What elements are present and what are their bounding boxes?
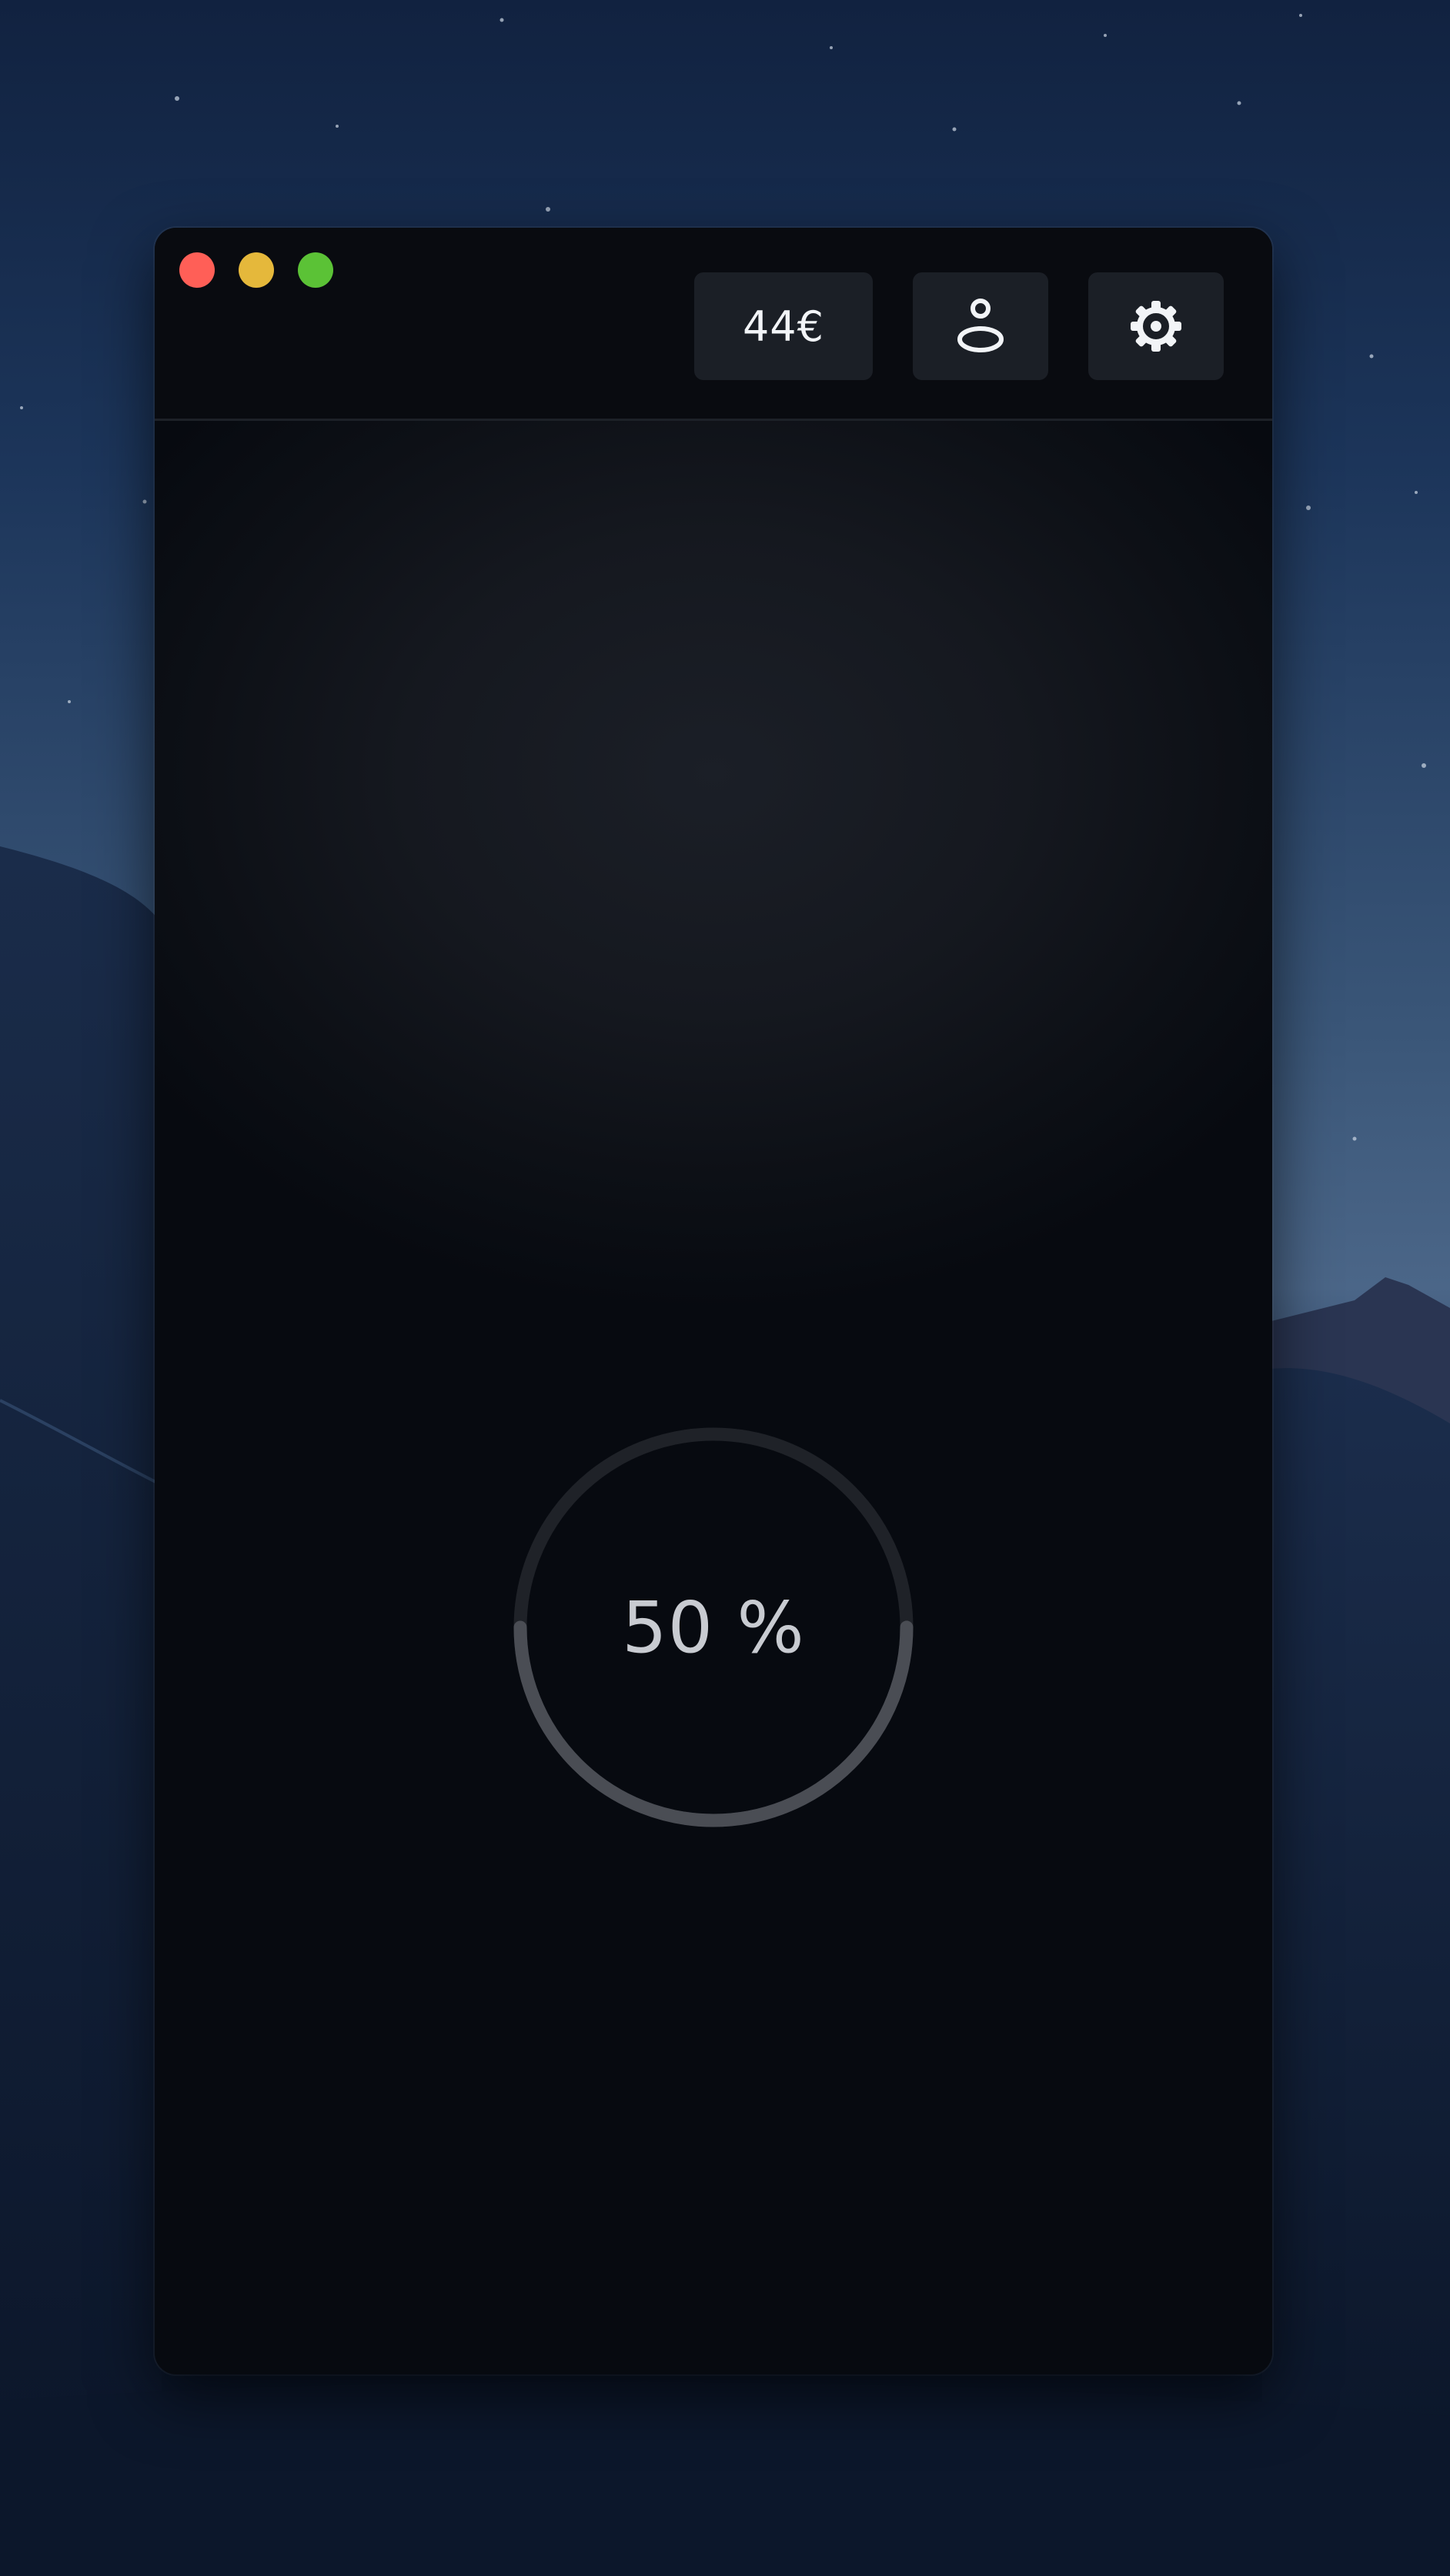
settings-button[interactable] (1088, 272, 1224, 380)
title-bar: 44€ (155, 228, 1272, 421)
progress-label: 50 % (622, 1586, 805, 1669)
balance-label: 44€ (742, 302, 825, 351)
zoom-window-button[interactable] (298, 252, 333, 288)
app-window: 44€ 50 % (155, 228, 1272, 2374)
main-content: 50 % (155, 421, 1272, 2374)
close-window-button[interactable] (179, 252, 215, 288)
balance-button[interactable]: 44€ (694, 272, 873, 380)
gear-icon (1131, 301, 1181, 352)
minimize-window-button[interactable] (239, 252, 274, 288)
user-icon (957, 299, 1004, 352)
profile-button[interactable] (913, 272, 1048, 380)
progress-ring: 50 % (513, 1427, 914, 1827)
